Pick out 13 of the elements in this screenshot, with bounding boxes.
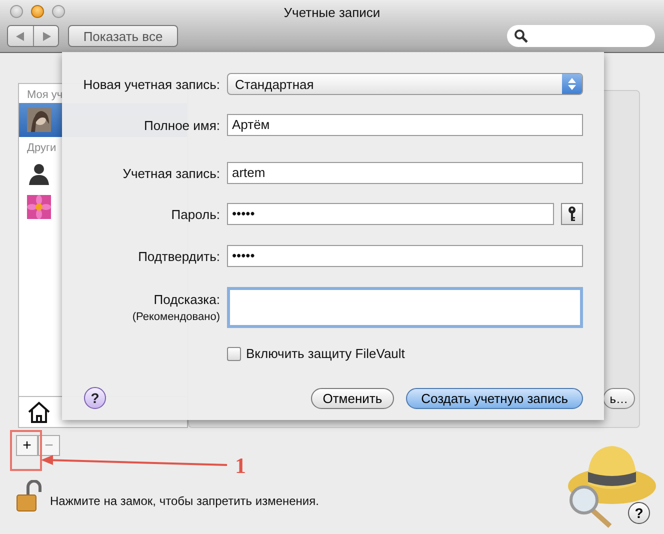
field-label: Полное имя: (144, 118, 220, 132)
field-label: Подсказка: (154, 292, 220, 307)
field-label: Пароль: (171, 206, 220, 222)
field-label: Подтвердить: (138, 248, 220, 264)
field-label: Учетная запись: (122, 166, 220, 180)
lock-message: Нажмите на замок, чтобы запретить изменения. (50, 494, 319, 508)
checkbox-label: Включить защиту FileVault (246, 346, 405, 361)
window-title: Учетные записи (284, 4, 380, 20)
section-label: Моя уч (27, 89, 63, 101)
field-label: Новая учетная запись: (83, 76, 220, 92)
field-sublabel: (Рекомендовано) (132, 311, 220, 323)
section-label: Други (27, 142, 56, 154)
annotation-number: 1 (235, 453, 246, 479)
